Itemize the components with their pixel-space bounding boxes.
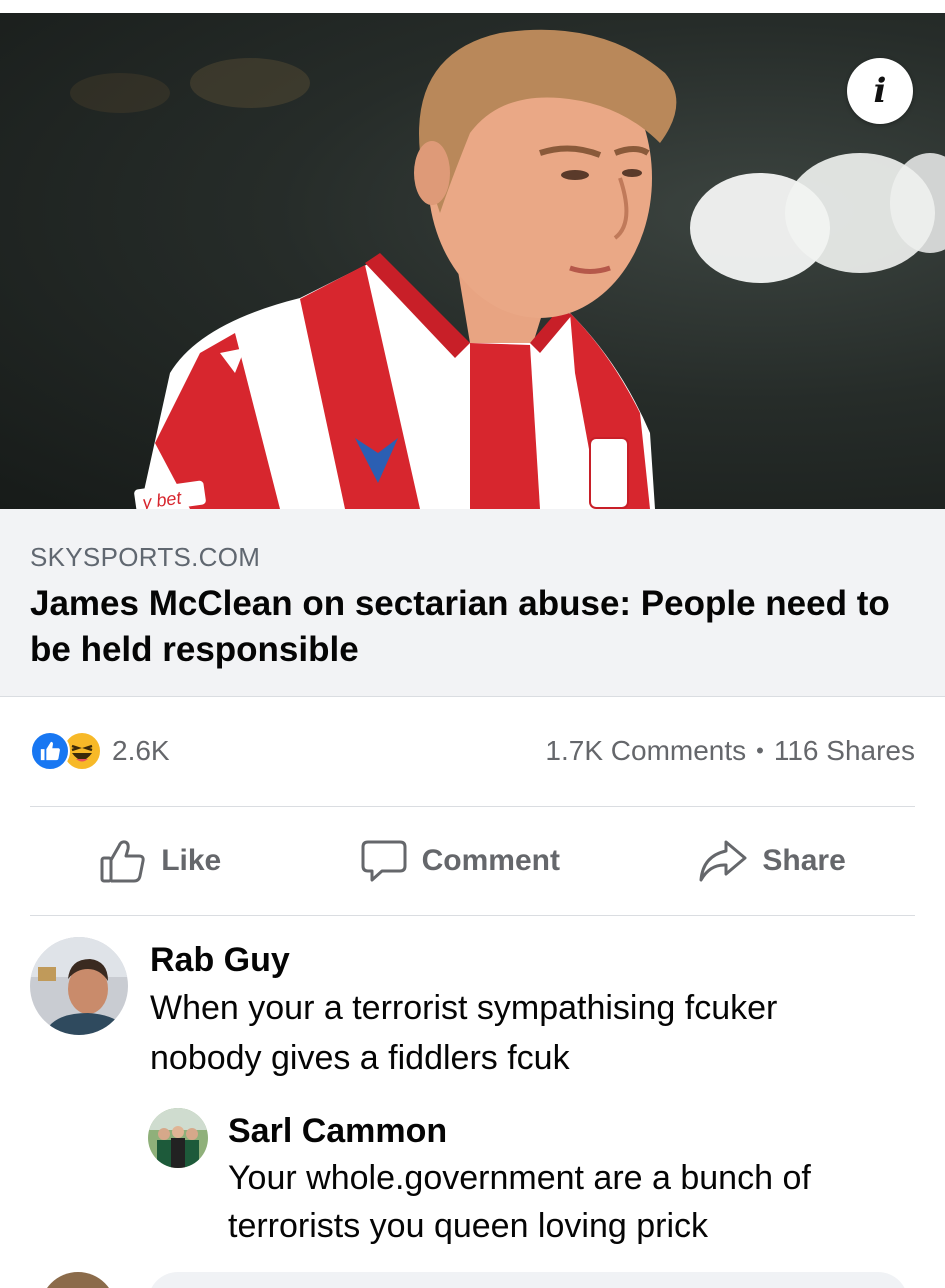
- like-label: Like: [161, 843, 222, 877]
- stat-separator: •: [756, 738, 764, 763]
- link-source: SKYSPORTS.COM: [30, 542, 261, 572]
- link-preview-image[interactable]: y bet i: [0, 13, 945, 509]
- divider-bottom: [30, 915, 915, 916]
- share-button[interactable]: Share: [698, 838, 846, 884]
- comment-label: Comment: [421, 843, 560, 877]
- reaction-count: 2.6K: [112, 735, 170, 766]
- reply-author[interactable]: Sarl Cammon: [228, 1108, 888, 1154]
- top-strip: [0, 0, 945, 13]
- info-button[interactable]: i: [847, 58, 913, 124]
- comment-button[interactable]: Comment: [360, 838, 560, 884]
- comment-text: When your a terrorist sympathising fcuke…: [150, 989, 778, 1077]
- link-card[interactable]: SKYSPORTS.COM James McClean on sectarian…: [0, 509, 945, 697]
- player-photo: y bet: [70, 29, 945, 509]
- info-icon: i: [873, 71, 887, 111]
- reactions-summary[interactable]: 2.6K: [30, 731, 170, 771]
- share-label: Share: [762, 843, 846, 877]
- next-comment-avatar[interactable]: [40, 1272, 116, 1288]
- comments-count[interactable]: 1.7K Comments: [545, 735, 746, 767]
- share-arrow-icon: [699, 840, 747, 881]
- reply-text: Your whole.government are a bunch of ter…: [228, 1159, 811, 1245]
- avatar[interactable]: [148, 1108, 208, 1168]
- shares-count[interactable]: 116 Shares: [774, 735, 915, 767]
- comments-shares: 1.7K Comments • 116 Shares: [545, 735, 915, 767]
- like-button[interactable]: Like: [99, 838, 221, 884]
- comment-bubble-icon: [361, 840, 407, 881]
- engagement-stats: 2.6K 1.7K Comments • 116 Shares: [30, 728, 915, 774]
- next-comment-bubble[interactable]: [148, 1272, 908, 1288]
- reply-item: Sarl Cammon Your whole.government are a …: [148, 1108, 888, 1250]
- action-bar: Like Comment Share: [30, 806, 915, 915]
- link-title[interactable]: James McClean on sectarian abuse: People…: [30, 581, 915, 673]
- thumbs-up-icon: [100, 839, 145, 882]
- like-reaction-icon: [30, 731, 70, 771]
- avatar[interactable]: [30, 937, 128, 1035]
- comment-author[interactable]: Rab Guy: [150, 937, 870, 983]
- comment-item: Rab Guy When your a terrorist sympathisi…: [30, 937, 870, 1083]
